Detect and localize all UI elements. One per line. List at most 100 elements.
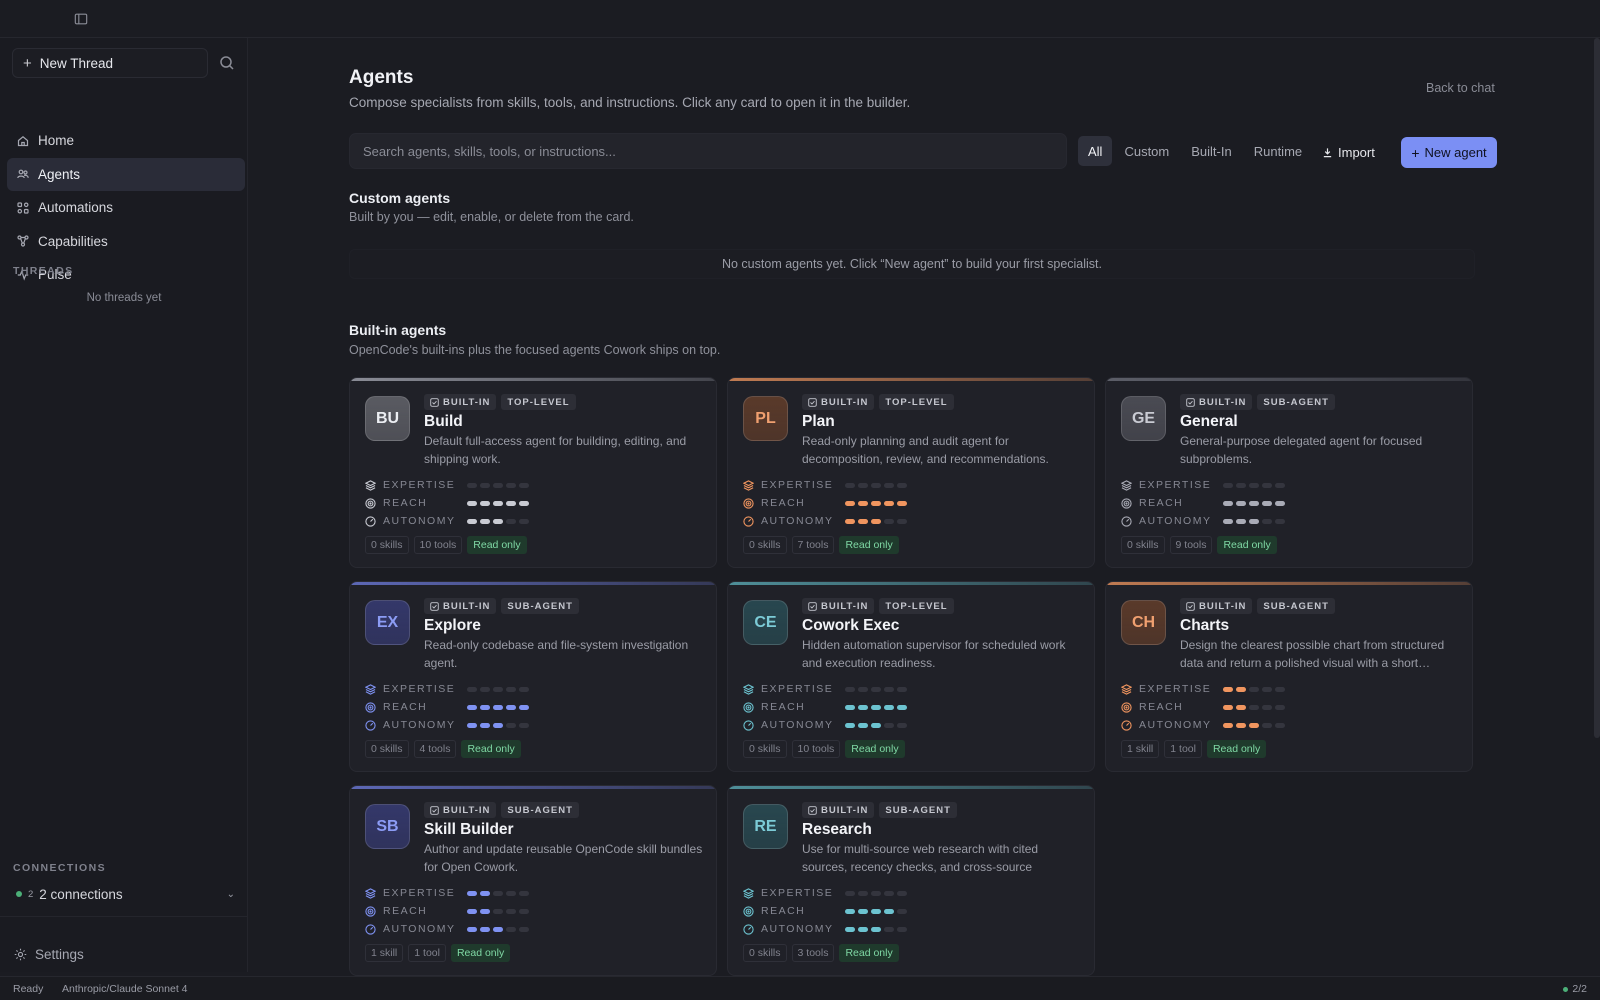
- metric-dot: [858, 704, 868, 710]
- kind-badge: SUB-AGENT: [1257, 598, 1335, 614]
- new-thread-button[interactable]: + New Thread: [12, 48, 208, 78]
- metric-dot: [1262, 482, 1272, 488]
- metric-dot: [845, 722, 855, 728]
- agent-card-charts[interactable]: CH BUILT-IN SUB-AGENT Charts Design the clea…: [1105, 581, 1473, 772]
- metric-autonomy: AUTONOMY: [365, 920, 565, 938]
- metric-dot: [480, 890, 490, 896]
- no-threads-text: No threads yet: [86, 292, 162, 304]
- metric-dot: [519, 722, 529, 728]
- target-icon: [365, 905, 376, 917]
- metric-label: REACH: [383, 905, 428, 917]
- metric-label: AUTONOMY: [383, 923, 456, 935]
- metric-dot: [1223, 482, 1233, 488]
- metric-dot: [1262, 518, 1272, 524]
- kind-badge: SUB-AGENT: [501, 598, 579, 614]
- metric-dot: [493, 908, 503, 914]
- metric-dot: [493, 482, 503, 488]
- sidebar-divider: [0, 916, 248, 917]
- gauge-icon: [743, 719, 754, 731]
- sidebar: + New Thread Home Agents Automations Cap…: [0, 38, 248, 972]
- metric-dot: [858, 686, 868, 692]
- agent-card-explore[interactable]: EX BUILT-IN SUB-AGENT Explore Read-only code…: [349, 581, 717, 772]
- agent-name: Explore: [424, 617, 481, 634]
- filter-built-in[interactable]: Built-In: [1181, 136, 1241, 166]
- metric-dot: [1236, 518, 1246, 524]
- metric-dot: [506, 926, 516, 932]
- filter-all[interactable]: All: [1078, 136, 1113, 166]
- back-to-chat-link[interactable]: Back to chat: [1426, 81, 1495, 95]
- skills-chip: 0 skills: [743, 740, 787, 758]
- sidebar-item-home[interactable]: Home: [7, 124, 245, 157]
- sidebar-item-automations[interactable]: Automations: [7, 191, 245, 224]
- sidebar-item-label: Home: [38, 133, 75, 148]
- sidebar-item-capabilities[interactable]: Capabilities: [7, 225, 245, 258]
- read-only-badge: Read only: [1217, 536, 1277, 554]
- builtin-badge-label: BUILT-IN: [443, 804, 491, 816]
- avatar: RE: [743, 804, 788, 849]
- metric-dot: [467, 686, 477, 692]
- metric-dot: [871, 722, 881, 728]
- gauge-icon: [365, 923, 376, 935]
- check-square-icon: [430, 805, 439, 815]
- metric-dot: [858, 890, 868, 896]
- badges: BUILT-IN TOP-LEVEL: [802, 598, 954, 614]
- metric-dot: [1249, 500, 1259, 506]
- agent-chips: 0 skills 10 tools Read only: [365, 536, 527, 554]
- metric-dot: [480, 722, 490, 728]
- metric-dot: [897, 926, 907, 932]
- metric-dot: [845, 704, 855, 710]
- metrics: EXPERTISE REACH AUTONOMY: [743, 680, 943, 734]
- agent-description: Author and update reusable OpenCode skil…: [424, 842, 703, 874]
- metric-expertise: EXPERTISE: [743, 476, 943, 494]
- connections-dropdown[interactable]: 2 2 connections ⌄: [13, 883, 235, 905]
- search-icon[interactable]: [217, 53, 237, 73]
- metric-dots: [1223, 482, 1285, 488]
- target-icon: [743, 497, 754, 509]
- kind-badge: TOP-LEVEL: [501, 394, 576, 410]
- layers-icon: [365, 683, 376, 695]
- agent-card-research[interactable]: RE BUILT-IN SUB-AGENT Research Use for multi…: [727, 785, 1095, 976]
- custom-agents-heading: Custom agents: [349, 190, 451, 206]
- metric-label: AUTONOMY: [383, 515, 456, 527]
- sidebar-toggle-icon[interactable]: [74, 12, 88, 26]
- gauge-icon: [743, 923, 754, 935]
- metric-dots: [1223, 722, 1285, 728]
- agent-card-plan[interactable]: PL BUILT-IN TOP-LEVEL Plan Read-only plannin…: [727, 377, 1095, 568]
- model-name[interactable]: Anthropic/Claude Sonnet 4: [62, 983, 188, 995]
- skills-chip: 0 skills: [365, 740, 409, 758]
- metric-autonomy: AUTONOMY: [743, 512, 943, 530]
- agent-card-general[interactable]: GE BUILT-IN SUB-AGENT General General-purpos…: [1105, 377, 1473, 568]
- metric-dot: [897, 722, 907, 728]
- metrics: EXPERTISE REACH AUTONOMY: [1121, 476, 1321, 530]
- kind-badge: SUB-AGENT: [879, 802, 957, 818]
- settings-button[interactable]: Settings: [14, 947, 84, 962]
- agent-chips: 1 skill 1 tool Read only: [365, 944, 511, 962]
- plus-icon: +: [1411, 144, 1420, 161]
- metric-dot: [858, 482, 868, 488]
- metric-dot: [1236, 482, 1246, 488]
- status-dot-icon: [1563, 986, 1569, 992]
- scrollbar-thumb[interactable]: [1594, 38, 1600, 738]
- scrollbar[interactable]: [1594, 38, 1600, 976]
- new-agent-button[interactable]: + New agent: [1401, 137, 1497, 168]
- kind-badge: TOP-LEVEL: [879, 598, 954, 614]
- import-button[interactable]: Import: [1317, 138, 1380, 166]
- filter-custom[interactable]: Custom: [1114, 136, 1179, 166]
- metric-dots: [1223, 704, 1285, 710]
- metric-dot: [845, 890, 855, 896]
- metric-dot: [1249, 704, 1259, 710]
- target-icon: [1121, 497, 1132, 509]
- tools-chip: 1 tool: [408, 944, 446, 962]
- tools-chip: 4 tools: [413, 740, 457, 758]
- agent-card-build[interactable]: BU BUILT-IN TOP-LEVEL Build Default full-acc…: [349, 377, 717, 568]
- filter-runtime[interactable]: Runtime: [1244, 136, 1312, 166]
- metric-dots: [1223, 500, 1285, 506]
- agent-search-input[interactable]: [349, 133, 1067, 169]
- metric-dots: [845, 518, 907, 524]
- agent-card-cowork-exec[interactable]: CE BUILT-IN TOP-LEVEL Cowork Exec Hidden aut…: [727, 581, 1095, 772]
- metric-dot: [519, 482, 529, 488]
- card-accent: [728, 378, 1094, 381]
- sidebar-item-agents[interactable]: Agents: [7, 157, 245, 191]
- agent-card-skill-builder[interactable]: SB BUILT-IN SUB-AGENT Skill Builder Author a…: [349, 785, 717, 976]
- avatar: EX: [365, 600, 410, 645]
